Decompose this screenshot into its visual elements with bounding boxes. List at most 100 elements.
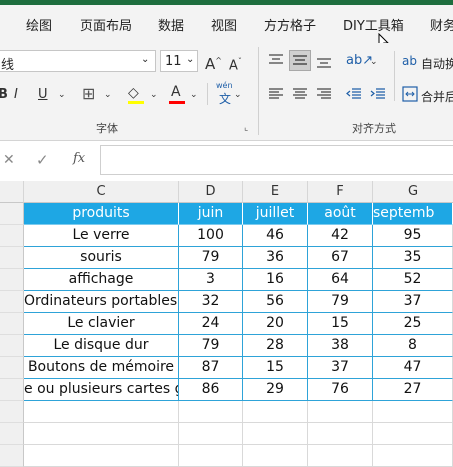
enter-check-icon[interactable]: ✓	[36, 151, 49, 169]
decrease-indent-icon[interactable]	[346, 87, 362, 101]
align-right-icon[interactable]	[316, 87, 332, 101]
font-color-icon[interactable]: A	[171, 84, 181, 100]
tab-draw[interactable]: 绘图	[26, 15, 52, 34]
row-header[interactable]	[0, 269, 24, 291]
tab-finance[interactable]: 财务	[430, 15, 453, 34]
empty-cell[interactable]	[24, 401, 179, 423]
column-header-d[interactable]: D	[179, 181, 243, 203]
underline-icon[interactable]: U	[38, 87, 48, 103]
row-header[interactable]	[0, 423, 24, 445]
cell-product[interactable]: Ordinateurs portables	[24, 291, 179, 313]
align-left-icon[interactable]	[268, 87, 284, 101]
formula-input[interactable]	[100, 145, 453, 175]
empty-cell[interactable]	[179, 445, 243, 467]
cell-product[interactable]: e ou plusieurs cartes grap	[24, 379, 179, 401]
cell-juillet[interactable]: 20	[243, 313, 308, 335]
cell-juin[interactable]: 32	[179, 291, 243, 313]
row-header[interactable]	[0, 291, 24, 313]
chevron-down-icon[interactable]: ⌄	[104, 87, 112, 103]
cell-aout[interactable]: 38	[308, 335, 373, 357]
chevron-down-icon[interactable]: ⌄	[370, 54, 378, 70]
cell-juin[interactable]: 87	[179, 357, 243, 379]
cell-septembre[interactable]: 8	[373, 335, 453, 357]
tab-page-layout[interactable]: 页面布局	[80, 15, 132, 34]
bold-icon[interactable]: B	[0, 87, 8, 103]
empty-cell[interactable]	[179, 401, 243, 423]
cell-juin[interactable]: 79	[179, 247, 243, 269]
tab-fangfang-grid[interactable]: 方方格子	[264, 15, 316, 34]
merge-center-label[interactable]: 合并后	[421, 88, 453, 105]
cell-product[interactable]: Le verre	[24, 225, 179, 247]
cell-aout[interactable]: 79	[308, 291, 373, 313]
header-cell-juillet[interactable]: juillet	[243, 203, 308, 225]
cancel-icon[interactable]: ✕	[3, 152, 15, 168]
row-header[interactable]	[0, 313, 24, 335]
cell-aout[interactable]: 76	[308, 379, 373, 401]
empty-cell[interactable]	[24, 445, 179, 467]
cell-septembre[interactable]: 95	[373, 225, 453, 247]
chevron-down-icon[interactable]: ⌄	[150, 87, 158, 103]
cell-juillet[interactable]: 29	[243, 379, 308, 401]
font-dialog-launcher-icon[interactable]: ⌞	[244, 123, 248, 133]
cell-product[interactable]: Le disque dur	[24, 335, 179, 357]
shrink-font-icon[interactable]: Aˇ	[229, 54, 242, 74]
cell-septembre[interactable]: 37	[373, 291, 453, 313]
header-cell-septembre[interactable]: septemb	[373, 203, 453, 225]
row-header[interactable]	[0, 357, 24, 379]
header-cell-juin[interactable]: juin	[179, 203, 243, 225]
empty-cell[interactable]	[308, 423, 373, 445]
tab-diy-toolbox[interactable]: DIY工具箱	[343, 15, 404, 34]
cell-product[interactable]: Boutons de mémoire	[24, 357, 179, 379]
cell-septembre[interactable]: 52	[373, 269, 453, 291]
tab-data[interactable]: 数据	[158, 15, 184, 34]
cell-septembre[interactable]: 47	[373, 357, 453, 379]
header-cell-product[interactable]: produits	[24, 203, 179, 225]
cell-aout[interactable]: 42	[308, 225, 373, 247]
cell-juillet[interactable]: 28	[243, 335, 308, 357]
cell-juillet[interactable]: 56	[243, 291, 308, 313]
cell-aout[interactable]: 37	[308, 357, 373, 379]
header-cell-aout[interactable]: août	[308, 203, 373, 225]
grow-font-icon[interactable]: A^	[205, 53, 222, 72]
cell-septembre[interactable]: 25	[373, 313, 453, 335]
cell-product[interactable]: souris	[24, 247, 179, 269]
cell-aout[interactable]: 15	[308, 313, 373, 335]
cell-juillet[interactable]: 15	[243, 357, 308, 379]
cell-juillet[interactable]: 16	[243, 269, 308, 291]
cell-product[interactable]: Le clavier	[24, 313, 179, 335]
column-header-c[interactable]: C	[24, 181, 179, 203]
align-top-icon[interactable]	[268, 53, 284, 67]
select-all-corner[interactable]	[0, 181, 24, 203]
cell-septembre[interactable]: 35	[373, 247, 453, 269]
row-header[interactable]	[0, 401, 24, 423]
cell-juillet[interactable]: 46	[243, 225, 308, 247]
phonetic-guide-icon[interactable]: 文	[219, 90, 231, 107]
increase-indent-icon[interactable]	[370, 87, 386, 101]
insert-function-icon[interactable]: fx	[73, 151, 85, 166]
font-name-dropdown[interactable]: 线 ⌄	[0, 50, 156, 73]
align-middle-button[interactable]	[289, 50, 311, 71]
chevron-down-icon[interactable]: ⌄	[234, 87, 242, 103]
column-header-f[interactable]: F	[308, 181, 373, 203]
row-header[interactable]	[0, 247, 24, 269]
cell-aout[interactable]: 64	[308, 269, 373, 291]
chevron-down-icon[interactable]: ⌄	[190, 87, 198, 103]
row-header[interactable]	[0, 445, 24, 467]
empty-cell[interactable]	[308, 401, 373, 423]
italic-icon[interactable]: I	[14, 87, 18, 103]
empty-cell[interactable]	[373, 401, 453, 423]
fill-color-icon[interactable]: ◇	[128, 85, 139, 101]
column-header-e[interactable]: E	[243, 181, 308, 203]
cell-septembre[interactable]: 27	[373, 379, 453, 401]
empty-cell[interactable]	[308, 445, 373, 467]
chevron-down-icon[interactable]: ⌄	[58, 87, 66, 103]
row-header[interactable]	[0, 225, 24, 247]
empty-cell[interactable]	[243, 401, 308, 423]
cell-juin[interactable]: 3	[179, 269, 243, 291]
row-header[interactable]	[0, 203, 24, 225]
row-header[interactable]	[0, 335, 24, 357]
wrap-text-label[interactable]: 自动换	[421, 55, 453, 72]
align-bottom-icon[interactable]	[316, 55, 332, 69]
empty-cell[interactable]	[179, 423, 243, 445]
row-header[interactable]	[0, 379, 24, 401]
